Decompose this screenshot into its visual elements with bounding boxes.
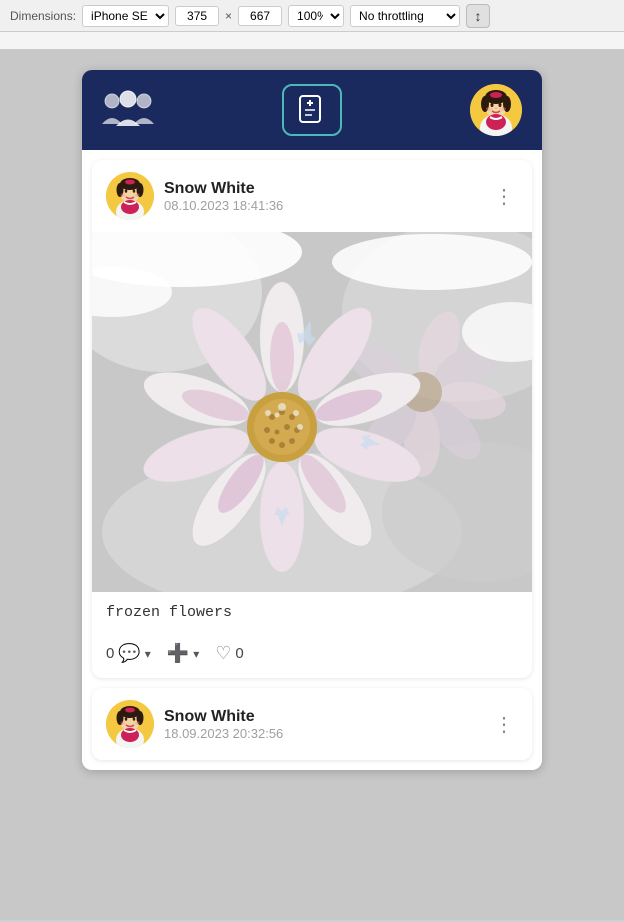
heart-icon: ♡ <box>215 643 231 664</box>
groups-icon[interactable] <box>102 88 154 133</box>
comment-icon: 💬 <box>118 643 140 664</box>
dimensions-label: Dimensions: <box>10 9 76 23</box>
post-timestamp-2: 18.09.2023 20:32:56 <box>164 726 480 741</box>
post-menu-button-2[interactable]: ⋮ <box>490 708 518 741</box>
post-header-2: Snow White 18.09.2023 20:32:56 ⋮ <box>92 688 532 760</box>
ruler <box>0 32 624 50</box>
post-card-1: Snow White 08.10.2023 18:41:36 ⋮ <box>92 160 532 678</box>
post-username-1: Snow White <box>164 180 480 198</box>
post-username-2: Snow White <box>164 708 480 726</box>
post-image-1 <box>92 232 532 592</box>
comment-action[interactable]: 0 💬 ▾ <box>106 643 151 664</box>
times-separator: × <box>225 9 232 23</box>
post-avatar-1[interactable] <box>106 172 154 220</box>
add-action[interactable]: ➕ ▾ <box>167 643 199 664</box>
comment-chevron-icon: ▾ <box>145 647 151 661</box>
like-count: 0 <box>235 645 243 662</box>
content-area: Snow White 08.10.2023 18:41:36 ⋮ <box>0 50 624 920</box>
browser-bar: Dimensions: iPhone SE × 100% No throttli… <box>0 0 624 32</box>
post-timestamp-1: 08.10.2023 18:41:36 <box>164 198 480 213</box>
post-user-info-1: Snow White 08.10.2023 18:41:36 <box>164 180 480 213</box>
post-actions-1: 0 💬 ▾ ➕ ▾ ♡ 0 <box>92 633 532 678</box>
comment-count: 0 <box>106 645 114 662</box>
height-input[interactable] <box>238 6 282 26</box>
like-action[interactable]: ♡ 0 <box>215 643 243 664</box>
post-card-2: Snow White 18.09.2023 20:32:56 ⋮ <box>92 688 532 760</box>
rotate-button[interactable]: ↕ <box>466 4 490 28</box>
add-icon: ➕ <box>167 643 189 664</box>
throttle-selector[interactable]: No throttling <box>350 5 460 27</box>
post-user-info-2: Snow White 18.09.2023 20:32:56 <box>164 708 480 741</box>
post-caption-1: frozen flowers <box>92 592 532 633</box>
width-input[interactable] <box>175 6 219 26</box>
post-menu-button-1[interactable]: ⋮ <box>490 180 518 213</box>
post-avatar-2[interactable] <box>106 700 154 748</box>
add-post-button[interactable] <box>282 84 342 136</box>
add-chevron-icon: ▾ <box>193 647 199 661</box>
app-navbar <box>82 70 542 150</box>
device-selector[interactable]: iPhone SE <box>82 5 169 27</box>
post-header-1: Snow White 08.10.2023 18:41:36 ⋮ <box>92 160 532 232</box>
app-container: Snow White 08.10.2023 18:41:36 ⋮ <box>82 70 542 770</box>
nav-user-avatar[interactable] <box>470 84 522 136</box>
zoom-selector[interactable]: 100% <box>288 5 344 27</box>
